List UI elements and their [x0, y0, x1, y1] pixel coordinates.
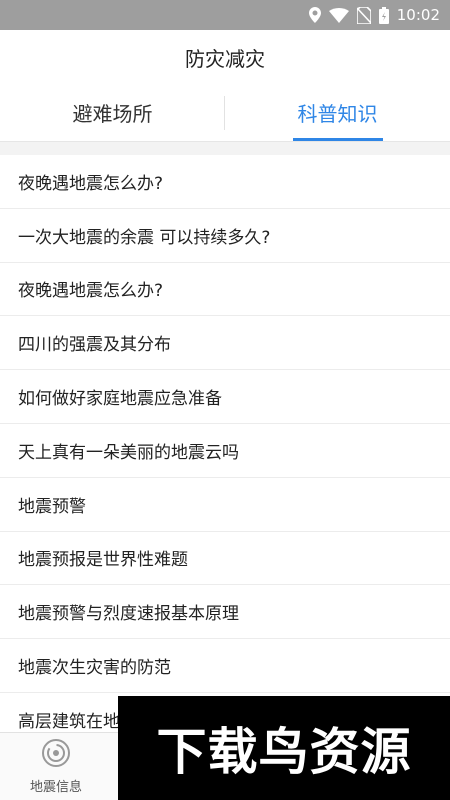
article-title: 夜晚遇地震怎么办? — [18, 173, 164, 194]
article-title: 地震次生灾害的防范 — [18, 658, 171, 679]
status-bar: 10:02 — [0, 0, 450, 30]
location-icon — [308, 7, 321, 23]
tab-bar: 避难场所 科普知识 — [0, 84, 450, 142]
article-list[interactable]: 夜晚遇地震怎么办? 一次大地震的余震 可以持续多久? 夜晚遇地震怎么办? 四川的… — [0, 155, 450, 732]
page-title: 防灾减灾 — [185, 46, 265, 71]
list-item[interactable]: 地震预警与烈度速报基本原理 — [0, 585, 450, 640]
wifi-icon — [328, 7, 349, 23]
app-header: 防灾减灾 — [0, 30, 450, 84]
nav-label: 地震信息 — [29, 780, 82, 795]
battery-icon — [378, 6, 389, 24]
tab-science-knowledge[interactable]: 科普知识 — [225, 84, 450, 141]
list-item[interactable]: 如何做好家庭地震应急准备 — [0, 370, 450, 424]
article-title: 地震预报是世界性难题 — [18, 550, 188, 571]
list-item[interactable]: 地震预警 — [0, 478, 450, 532]
article-title: 天上真有一朵美丽的地震云吗 — [18, 442, 239, 463]
list-item[interactable]: 夜晚遇地震怎么办? — [0, 263, 450, 317]
tab-label: 科普知识 — [297, 102, 378, 126]
article-title: 如何做好家庭地震应急准备 — [18, 389, 222, 410]
nav-item-seismic-info[interactable]: 地震信息 — [0, 733, 112, 800]
article-title: 地震预警与烈度速报基本原理 — [18, 604, 239, 625]
list-item[interactable]: 地震预报是世界性难题 — [0, 532, 450, 586]
active-tab-indicator — [292, 138, 383, 141]
list-item[interactable]: 地震次生灾害的防范 — [0, 639, 450, 693]
list-item[interactable]: 一次大地震的余震 可以持续多久? — [0, 209, 450, 263]
article-title: 高层建筑在地 — [18, 711, 120, 732]
article-title: 一次大地震的余震 可以持续多久? — [18, 227, 271, 248]
watermark-text: 下载鸟资源 — [156, 723, 412, 781]
status-time: 10:02 — [396, 6, 440, 24]
list-item[interactable]: 夜晚遇地震怎么办? — [0, 155, 450, 209]
list-item[interactable]: 四川的强震及其分布 — [0, 316, 450, 371]
article-title: 夜晚遇地震怎么办? — [18, 281, 164, 302]
no-sim-icon — [356, 6, 371, 24]
tab-shelters[interactable]: 避难场所 — [0, 84, 225, 141]
article-title: 四川的强震及其分布 — [18, 335, 171, 356]
seismic-icon — [41, 738, 71, 772]
tab-label: 避难场所 — [72, 102, 153, 126]
list-separator — [0, 142, 450, 155]
list-item[interactable]: 天上真有一朵美丽的地震云吗 — [0, 424, 450, 478]
article-title: 地震预警 — [18, 496, 86, 517]
watermark-banner: 下载鸟资源 — [118, 696, 450, 800]
